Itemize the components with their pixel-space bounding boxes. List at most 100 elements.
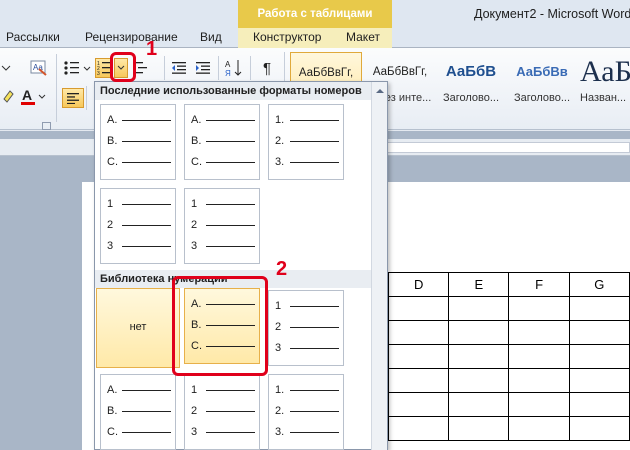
table-header-cell[interactable]: G	[568, 272, 630, 297]
font-color-button[interactable]: A	[18, 86, 48, 108]
table-cell[interactable]	[508, 416, 570, 441]
number-label: 2	[191, 405, 198, 417]
number-label: 2.	[275, 135, 285, 147]
item-line	[122, 389, 171, 391]
library-format-123-paren[interactable]: 1 2 3	[184, 374, 260, 450]
svg-text:Я: Я	[225, 69, 231, 78]
bullet-list-icon	[64, 61, 91, 75]
table-cell[interactable]	[568, 296, 630, 321]
sort-button[interactable]: А Я	[222, 56, 246, 80]
table-cell[interactable]	[387, 392, 450, 417]
table-cell[interactable]	[448, 320, 510, 345]
list-item: 2	[275, 320, 339, 334]
table-cell[interactable]	[448, 416, 510, 441]
highlight-button[interactable]	[0, 86, 16, 106]
table-row: D E F G	[387, 272, 630, 297]
list-item: 1.	[275, 113, 339, 127]
item-line	[290, 347, 339, 349]
table-cell[interactable]	[568, 368, 630, 393]
recent-format-abc[interactable]: A. B. C.	[184, 104, 260, 180]
list-item: 3	[191, 239, 255, 253]
table-cell[interactable]	[508, 320, 570, 345]
table-cell[interactable]	[568, 392, 630, 417]
list-item: 2	[191, 404, 255, 418]
library-format-123-paren[interactable]: 1 2 3	[268, 290, 344, 366]
table-cell[interactable]	[568, 320, 630, 345]
table-cell[interactable]	[387, 320, 450, 345]
dialog-launcher[interactable]	[42, 122, 51, 130]
style-heading-2[interactable]: АаБбВв Заголово...	[508, 52, 576, 112]
table-cell[interactable]	[387, 416, 450, 441]
list-item: 2.	[275, 134, 339, 148]
tab-layout[interactable]: Макет	[346, 28, 380, 47]
table-header-cell[interactable]: F	[508, 272, 570, 297]
align-left-button[interactable]	[62, 88, 84, 108]
callout-number-1: 1	[146, 38, 158, 60]
list-item: B.	[107, 134, 171, 148]
number-label: A.	[191, 114, 202, 126]
context-group-title: Работа с таблицами	[238, 0, 392, 28]
increase-indent-button[interactable]	[192, 58, 214, 78]
table-cell[interactable]	[568, 416, 630, 441]
vertical-ruler	[0, 158, 78, 450]
number-label: B.	[107, 135, 118, 147]
table-cell[interactable]	[387, 296, 450, 321]
tab-review[interactable]: Рецензирование	[85, 28, 178, 47]
dropdown-scrollbar[interactable]	[371, 82, 387, 450]
font-size-dropdown[interactable]	[0, 60, 12, 76]
recent-format-123-dot[interactable]: 1. 2. 3.	[268, 104, 344, 180]
svg-text:А: А	[225, 60, 231, 69]
style-title[interactable]: АаБ Назван...	[580, 52, 630, 112]
sort-icon: А Я	[225, 60, 242, 78]
scroll-up-icon[interactable]	[373, 86, 387, 96]
table-cell[interactable]	[448, 296, 510, 321]
item-line	[206, 389, 255, 391]
clear-format-icon: Aa	[30, 60, 47, 76]
library-format-abc[interactable]: A. B. C.	[100, 374, 176, 450]
number-label: C.	[107, 156, 118, 168]
number-label: B.	[107, 405, 118, 417]
table-cell[interactable]	[448, 344, 510, 369]
table-cell[interactable]	[508, 296, 570, 321]
table-cell[interactable]	[568, 344, 630, 369]
table-cell[interactable]	[387, 368, 450, 393]
tab-mailings[interactable]: Рассылки	[6, 28, 60, 47]
list-item: A.	[107, 383, 171, 397]
clear-formatting-button[interactable]: Aa	[28, 58, 50, 78]
recent-format-abc[interactable]: A. B. C.	[100, 104, 176, 180]
item-line	[122, 224, 171, 226]
list-item: A.	[191, 113, 255, 127]
item-line	[122, 203, 171, 205]
table-header-cell[interactable]: D	[387, 272, 450, 297]
recent-format-123-paren[interactable]: 1 2 3	[100, 188, 176, 264]
table-header-cell[interactable]: E	[448, 272, 510, 297]
decrease-indent-button[interactable]	[168, 58, 190, 78]
tab-view[interactable]: Вид	[200, 28, 222, 47]
item-line	[122, 119, 171, 121]
number-label: A.	[107, 114, 118, 126]
table-cell[interactable]	[508, 368, 570, 393]
table-cell[interactable]	[387, 344, 450, 369]
group-separator	[250, 56, 251, 80]
group-separator	[56, 54, 57, 122]
style-heading-1[interactable]: АаБбВ Заголово...	[436, 52, 506, 112]
table-cell[interactable]	[448, 392, 510, 417]
document-table[interactable]: D E F G	[387, 272, 630, 441]
number-label: 3	[275, 342, 282, 354]
number-label: 1	[191, 384, 198, 396]
tab-design[interactable]: Конструктор	[253, 28, 321, 47]
align-left-icon	[67, 93, 79, 104]
list-item: 2.	[275, 404, 339, 418]
item-line	[206, 119, 255, 121]
library-format-none[interactable]: нет	[96, 288, 180, 368]
show-formatting-button[interactable]: ¶	[256, 56, 278, 80]
recent-format-123-paren[interactable]: 1 2 3	[184, 188, 260, 264]
number-label: 1.	[275, 114, 285, 126]
table-cell[interactable]	[448, 368, 510, 393]
numbered-list-icon: 1 2 3	[97, 61, 110, 76]
library-format-123-dot[interactable]: 1. 2. 3.	[268, 374, 344, 450]
bullets-button[interactable]	[62, 58, 92, 78]
table-cell[interactable]	[508, 392, 570, 417]
number-label: 1	[275, 300, 282, 312]
table-cell[interactable]	[508, 344, 570, 369]
